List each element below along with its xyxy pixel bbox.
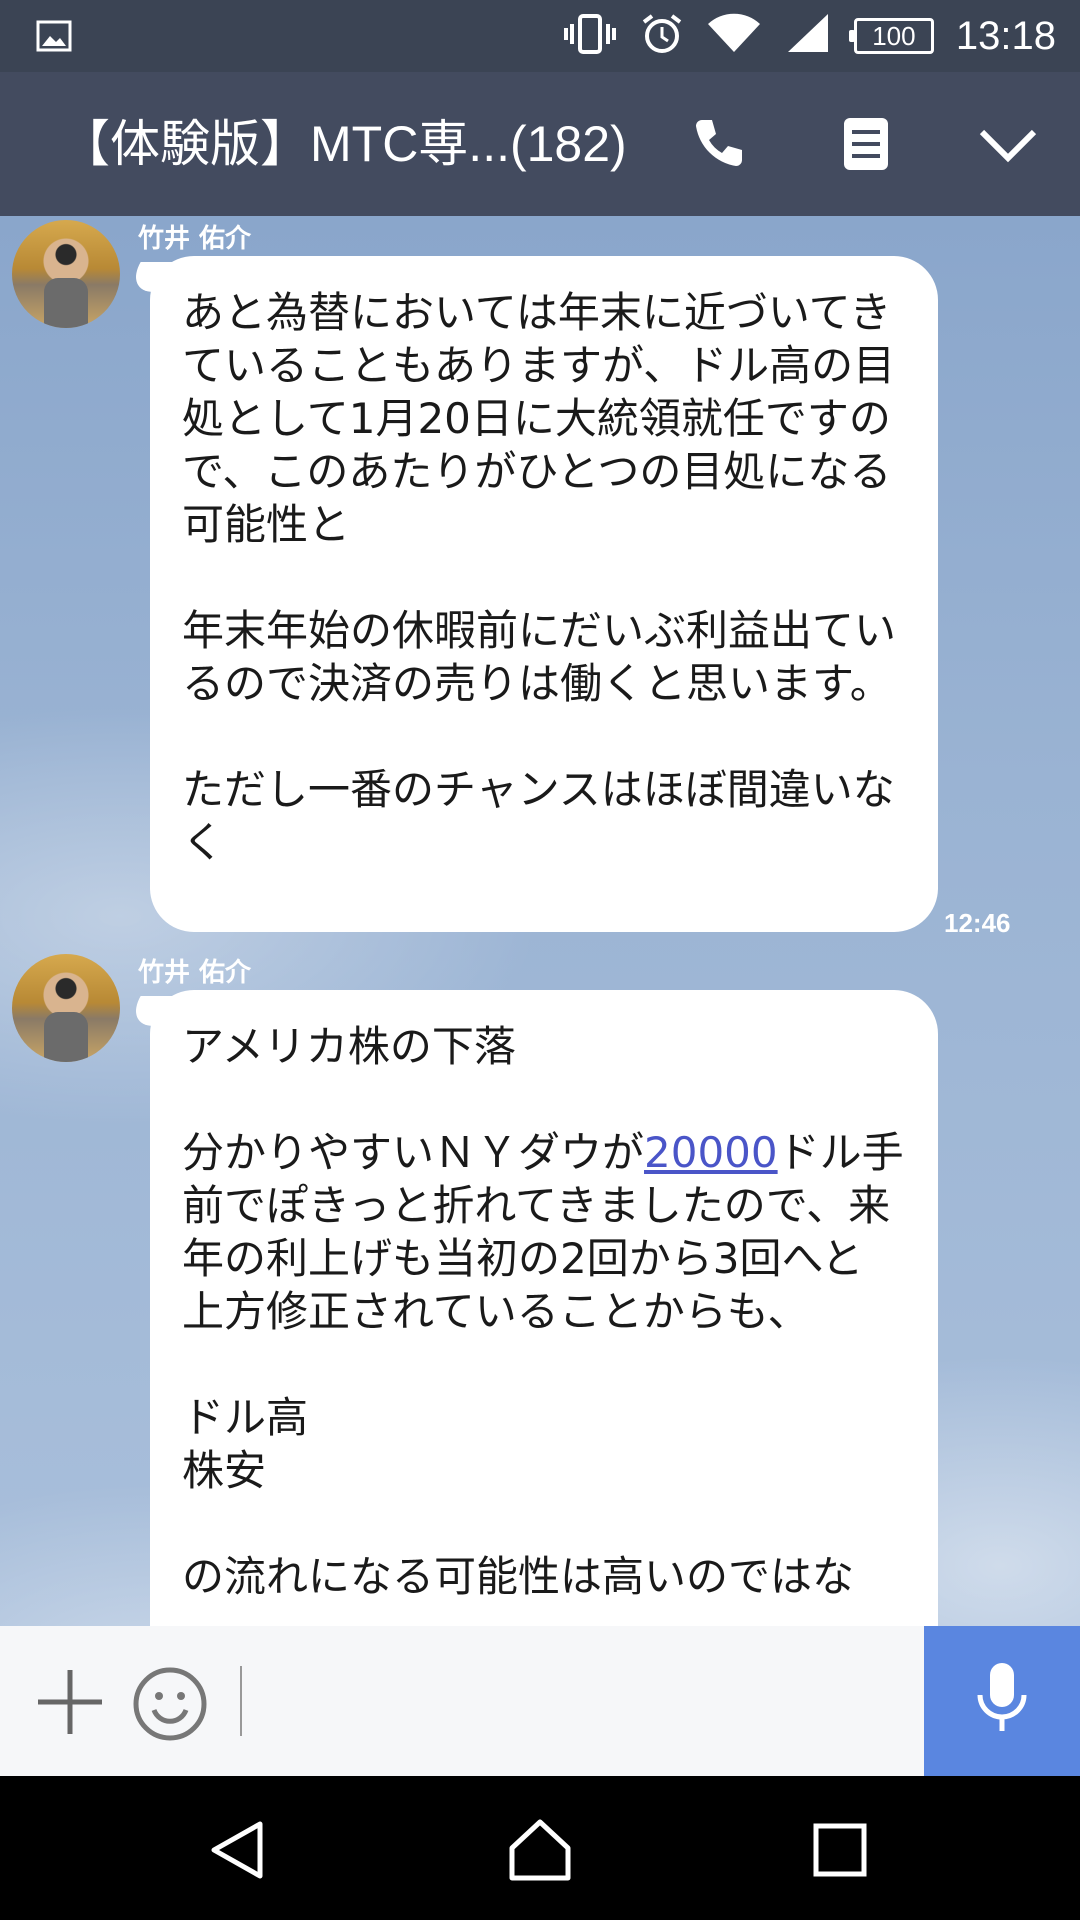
input-bar: [0, 1626, 1080, 1776]
avatar[interactable]: [12, 954, 120, 1062]
sender-name: 竹井 佑介: [138, 958, 252, 988]
message-link[interactable]: 20000: [644, 1128, 778, 1177]
gallery-notification-icon: [36, 20, 72, 56]
wifi-icon: [706, 12, 762, 60]
vibrate-icon: [562, 12, 618, 60]
message-time: 12:46: [944, 908, 1011, 938]
battery-indicator: 100: [848, 18, 934, 54]
message-text-continued: ドル手前でぽきっと折れてきましたので、来年の利上げも当初の2回から3回へと上方修…: [182, 1128, 904, 1601]
mic-icon: [972, 1661, 1032, 1741]
chat-area[interactable]: 竹井 佑介 あと為替においては年末に近づいてきていることもありますが、ドル高の目…: [0, 216, 1080, 1626]
chevron-down-icon[interactable]: [978, 114, 1038, 174]
message-text: あと為替においては年末に近づいてきていることもありますが、ドル高の目処として1月…: [182, 288, 897, 867]
chat-title[interactable]: 【体験版】MTC専...(182): [60, 72, 627, 216]
back-icon[interactable]: [206, 1818, 270, 1882]
message-bubble[interactable]: アメリカ株の下落 分かりやすいＮＹダウが20000ドル手前でぽきっと折れてきまし…: [150, 990, 938, 1626]
status-time: 13:18: [955, 13, 1056, 58]
notes-icon[interactable]: [836, 114, 896, 174]
avatar[interactable]: [12, 220, 120, 328]
phone-icon[interactable]: [688, 114, 748, 174]
home-icon[interactable]: [508, 1818, 572, 1882]
alarm-icon: [640, 12, 684, 60]
message-bubble[interactable]: あと為替においては年末に近づいてきていることもありますが、ドル高の目処として1月…: [150, 256, 938, 932]
plus-icon[interactable]: [34, 1666, 106, 1738]
chat-header: 【体験版】MTC専...(182): [0, 72, 1080, 216]
recents-icon[interactable]: [808, 1818, 872, 1882]
status-bar: 100 13:18: [0, 0, 1080, 72]
message-text: アメリカ株の下落 分かりやすいＮＹダウが: [182, 1022, 645, 1177]
navigation-bar: [0, 1776, 1080, 1920]
sender-name: 竹井 佑介: [138, 224, 252, 254]
mic-button[interactable]: [924, 1626, 1080, 1776]
signal-icon: [784, 12, 832, 60]
input-divider: [240, 1666, 242, 1736]
smile-icon[interactable]: [132, 1666, 208, 1742]
